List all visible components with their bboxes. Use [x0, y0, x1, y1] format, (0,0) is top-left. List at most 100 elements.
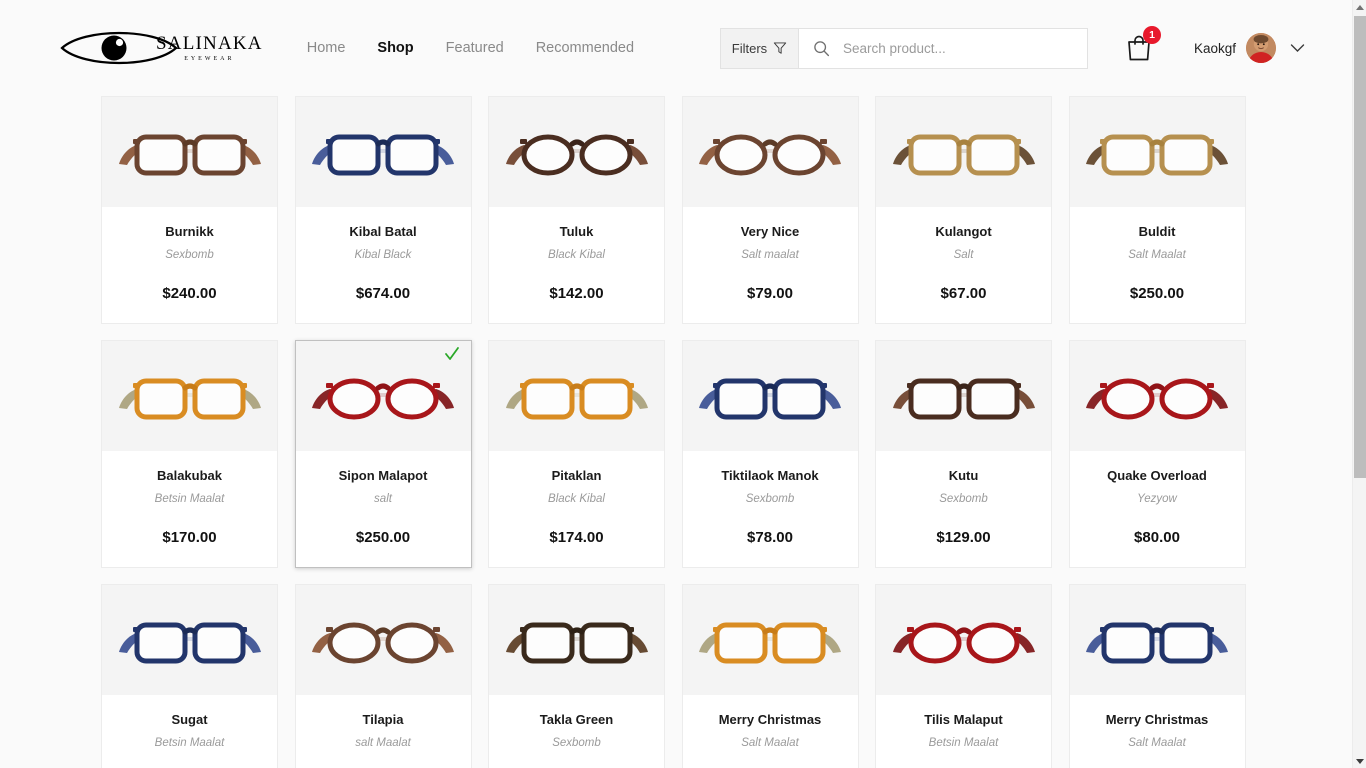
product-image-area: [102, 341, 277, 451]
product-info: Merry Christmas Salt Maalat: [683, 695, 858, 768]
product-name: Sugat: [171, 712, 208, 727]
search-bar[interactable]: [798, 27, 1088, 69]
product-card[interactable]: Kulangot Salt $67.00: [875, 96, 1052, 324]
search-icon: [814, 40, 830, 56]
scroll-up-button[interactable]: [1353, 0, 1366, 14]
product-card[interactable]: Takla Green Sexbomb: [488, 584, 665, 768]
filters-button[interactable]: Filters: [720, 27, 798, 69]
nav-item-home[interactable]: Home: [307, 40, 346, 56]
funnel-icon: [774, 42, 787, 54]
product-card[interactable]: Quake Overload Yezyow $80.00: [1068, 340, 1246, 568]
product-image-area: [876, 341, 1051, 451]
product-image: [892, 378, 1035, 420]
chevron-down-icon[interactable]: [1290, 43, 1305, 53]
product-variant: Yezyow: [1137, 492, 1177, 505]
product-image: [699, 134, 841, 176]
product-variant: salt Maalat: [355, 736, 411, 749]
product-card[interactable]: Very Nice Salt maalat $79.00: [681, 96, 859, 324]
product-image: [312, 378, 454, 420]
product-grid: Burnikk Sexbomb $240.00 Kibal Batal Kibal Bl…: [0, 96, 1352, 768]
product-variant: Salt maalat: [741, 248, 799, 261]
product-card[interactable]: Merry Christmas Salt Maalat: [1068, 584, 1246, 768]
product-card[interactable]: Tiktilaok Manok Sexbomb $78.00: [681, 340, 859, 568]
product-image: [1086, 622, 1228, 664]
product-name: Balakubak: [156, 468, 223, 483]
product-card[interactable]: Tilis Malaput Betsin Maalat: [875, 584, 1052, 768]
site-header: SALINAKA EYEWEAR Home Shop Featured Reco…: [0, 0, 1352, 96]
product-image-area: [682, 97, 858, 207]
product-image-area: [489, 97, 664, 207]
product-info: Kibal Batal Kibal Black $674.00: [296, 207, 471, 323]
product-image-area: [876, 97, 1051, 207]
product-name: Tilis Malaput: [924, 712, 1003, 727]
product-info: Kutu Sexbomb $129.00: [876, 451, 1051, 567]
product-card[interactable]: Sipon Malapot salt $250.00: [294, 340, 472, 568]
avatar: [1246, 33, 1277, 63]
page-root: SALINAKA EYEWEAR Home Shop Featured Reco…: [0, 0, 1366, 768]
product-variant: Black Kibal: [548, 248, 605, 261]
product-card[interactable]: Kibal Batal Kibal Black $674.00: [294, 96, 472, 324]
product-price: $250.00: [355, 528, 411, 546]
product-name: Kibal Batal: [349, 224, 417, 239]
page-scrollbar[interactable]: [1352, 0, 1366, 768]
user-name: Kaokgf: [1194, 40, 1237, 56]
product-card[interactable]: Balakubak Betsin Maalat $170.00: [101, 340, 278, 568]
brand-logo[interactable]: SALINAKA EYEWEAR: [58, 26, 263, 70]
product-card[interactable]: Merry Christmas Salt Maalat: [681, 584, 859, 768]
product-info: Kulangot Salt $67.00: [876, 207, 1051, 323]
product-image-area: [489, 341, 664, 451]
product-card[interactable]: Kutu Sexbomb $129.00: [875, 340, 1052, 568]
product-name: Tilapia: [362, 712, 404, 727]
product-name: Sipon Malapot: [338, 468, 428, 483]
product-info: Tiktilaok Manok Sexbomb $78.00: [683, 451, 858, 567]
nav-item-recommended[interactable]: Recommended: [536, 40, 634, 56]
product-image: [699, 378, 841, 420]
product-card[interactable]: Sugat Betsin Maalat: [101, 584, 278, 768]
product-image: [1086, 134, 1228, 176]
product-info: Quake Overload Yezyow $80.00: [1070, 451, 1245, 567]
product-variant: Betsin Maalat: [928, 736, 999, 749]
product-name: Very Nice: [740, 224, 800, 239]
nav-item-featured[interactable]: Featured: [446, 40, 504, 56]
product-name: Kulangot: [935, 224, 992, 239]
product-image-area: [295, 585, 471, 695]
product-image: [118, 378, 261, 420]
product-variant: Sexbomb: [165, 248, 214, 261]
product-image-area: [1069, 341, 1245, 451]
product-image-area: [1069, 97, 1245, 207]
product-info: Sugat Betsin Maalat: [102, 695, 277, 768]
header-actions: Filters 1 Kaokgf: [720, 26, 1305, 69]
product-name: Burnikk: [165, 224, 214, 239]
product-price: $142.00: [549, 284, 604, 302]
product-image: [505, 378, 648, 420]
product-card[interactable]: Tuluk Black Kibal $142.00: [488, 96, 665, 324]
product-card[interactable]: Buldit Salt Maalat $250.00: [1068, 96, 1246, 324]
search-input[interactable]: [843, 40, 1087, 56]
scrollbar-thumb[interactable]: [1354, 16, 1366, 478]
cart-button[interactable]: 1: [1126, 26, 1161, 62]
product-card[interactable]: Pitaklan Black Kibal $174.00: [488, 340, 665, 568]
product-image-area: [489, 585, 664, 695]
product-price: $78.00: [747, 528, 793, 546]
product-image: [699, 622, 841, 664]
product-card[interactable]: Burnikk Sexbomb $240.00: [101, 96, 278, 324]
scroll-down-button[interactable]: [1353, 754, 1366, 768]
user-menu[interactable]: Kaokgf: [1194, 33, 1305, 63]
product-card[interactable]: Tilapia salt Maalat: [294, 584, 472, 768]
product-variant: Salt Maalat: [741, 736, 799, 749]
product-variant: salt: [374, 492, 392, 505]
product-image-area: [876, 585, 1051, 695]
product-price: $240.00: [162, 284, 217, 302]
product-price: $80.00: [1134, 528, 1180, 546]
product-price: $67.00: [940, 284, 987, 302]
brand-name: SALINAKA: [156, 33, 263, 54]
product-image: [312, 134, 454, 176]
nav-item-shop[interactable]: Shop: [377, 40, 413, 56]
product-variant: Betsin Maalat: [154, 736, 225, 749]
product-image: [118, 134, 261, 176]
product-name: Kutu: [948, 468, 979, 483]
product-image-area: [102, 97, 277, 207]
product-variant: Black Kibal: [548, 492, 605, 505]
product-image-area: [1069, 585, 1245, 695]
brand-wordmark: SALINAKA EYEWEAR: [156, 34, 263, 62]
